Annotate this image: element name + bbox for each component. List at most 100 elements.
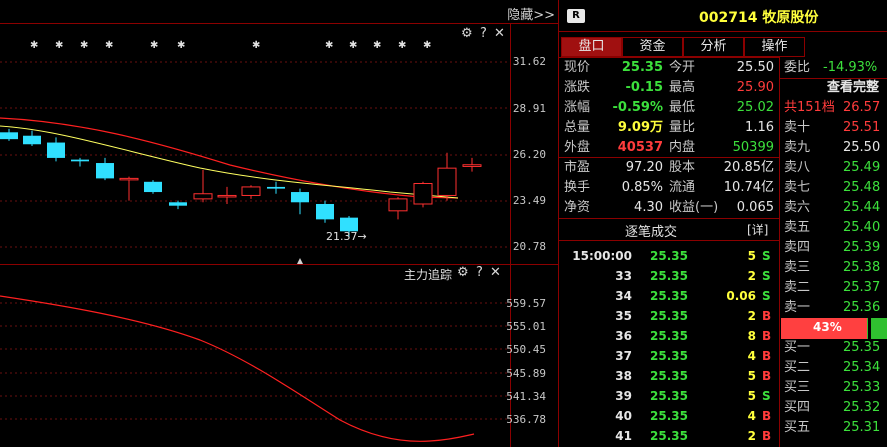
candle-body[interactable] [23, 135, 41, 145]
tab-funds[interactable]: 资金 [622, 37, 683, 57]
trade-volume: 4 [747, 409, 756, 423]
indicator-axis-label: 555.01 [506, 320, 546, 333]
weibi-value: -14.93% [823, 60, 878, 75]
trade-price: 25.35 [650, 309, 688, 323]
trade-time: 37 [615, 349, 632, 363]
candle-body[interactable] [217, 194, 237, 198]
candle-body[interactable] [437, 167, 457, 196]
ma-line-red [0, 117, 459, 199]
trades-detail-link[interactable]: [详] [747, 221, 768, 238]
quote-field-label: 市盈 [564, 160, 591, 175]
indicator-close-icon[interactable]: ✕ [490, 265, 501, 280]
bid-level-price: 25.31 [843, 420, 881, 435]
quote-field-value: 25.02 [736, 100, 774, 115]
weibi-label: 委比 [784, 60, 811, 75]
trade-volume: 0.06 [726, 289, 756, 303]
candle-body[interactable] [241, 186, 261, 196]
quote-field-label: 内盘 [669, 140, 696, 155]
bid-level-price: 25.35 [843, 340, 881, 355]
trade-side: B [762, 409, 772, 423]
candle-body[interactable] [413, 183, 433, 205]
candle-body[interactable] [144, 181, 162, 193]
trade-price: 25.35 [650, 389, 688, 403]
row-divider [559, 240, 779, 241]
indicator-settings-gear-icon[interactable]: ⚙ [457, 265, 469, 280]
ask-level-label: 卖五 [784, 220, 811, 235]
trade-time: 38 [615, 369, 632, 383]
trade-price: 25.35 [650, 269, 688, 283]
candle-body[interactable] [291, 192, 309, 203]
trade-volume: 2 [747, 429, 756, 443]
tab-operation[interactable]: 操作 [744, 37, 805, 57]
candle-body[interactable] [462, 164, 482, 167]
trade-volume: 5 [747, 369, 756, 383]
quote-field-value: 0.85% [621, 180, 663, 195]
trade-side: B [762, 349, 772, 363]
trade-side: S [762, 289, 771, 303]
trade-time: 39 [615, 389, 632, 403]
ask-level-label: 卖七 [784, 180, 811, 195]
trade-volume: 5 [747, 249, 756, 263]
trade-price: 25.35 [650, 249, 688, 263]
quote-panel: R 002714 牧原股份 盘口 资金 分析 操作 现价 25.35 今开 25.50… [559, 0, 887, 447]
price-axis-label: 23.49 [512, 194, 546, 207]
quote-field-label: 今开 [669, 60, 696, 75]
ask-level-price: 25.49 [843, 160, 881, 175]
bid-level-label: 买一 [784, 340, 811, 355]
quote-field-label: 涨幅 [564, 100, 591, 115]
chart-area[interactable]: 隐藏>> ✱ ✱ ✱ ✱ ✱ ✱ ✱ ✱ ✱ ✱ ✱ ✱ ⚙ ? ✕ 31.62 28.91 26.20 2… [0, 0, 559, 447]
price-axis-label: 20.78 [512, 240, 546, 253]
trade-volume: 2 [747, 269, 756, 283]
quote-field-label: 股本 [669, 160, 696, 175]
price-axis-label: 26.20 [512, 148, 546, 161]
candle-body[interactable] [47, 142, 65, 158]
tab-orderbook[interactable]: 盘口 [561, 37, 622, 57]
ask-level-price: 25.50 [843, 140, 881, 155]
view-full-orderbook[interactable]: 查看完整 [827, 78, 879, 98]
ask-level-label: 卖六 [784, 200, 811, 215]
quote-field-value: 40537 [617, 140, 663, 155]
order-ratio-label: 43% [813, 320, 842, 334]
trade-time: 36 [615, 329, 632, 343]
trade-price: 25.35 [650, 429, 688, 443]
quote-field-label: 涨跌 [564, 80, 591, 95]
indicator-title: 主力追踪 [404, 268, 453, 282]
tab-analysis[interactable]: 分析 [683, 37, 744, 57]
bid-level-label: 买三 [784, 380, 811, 395]
indicator-line [0, 295, 475, 442]
order-ratio-bar: 43% [781, 318, 887, 339]
quote-field-label: 最高 [669, 80, 696, 95]
quote-field-value: 20.85亿 [723, 160, 774, 175]
ask-level-price: 25.36 [843, 300, 881, 315]
candle-body[interactable] [119, 177, 139, 181]
quote-field-value: -0.59% [612, 100, 664, 115]
candle-body[interactable] [169, 202, 187, 206]
bid-level-label: 买四 [784, 400, 811, 415]
trade-time: 35 [615, 309, 632, 323]
candle-body[interactable] [267, 186, 285, 189]
candle-body[interactable] [0, 132, 18, 140]
quote-field-label: 最低 [669, 100, 696, 115]
bid-level-label: 买二 [784, 360, 811, 375]
bid-level-price: 25.34 [843, 360, 881, 375]
quote-field-value: 25.50 [736, 60, 774, 75]
quote-field-label: 现价 [564, 60, 591, 75]
candle-body[interactable] [193, 193, 213, 200]
quote-field-value: 0.065 [736, 200, 774, 215]
total-levels: 共151档 [784, 100, 835, 115]
ask-level-price: 25.40 [843, 220, 881, 235]
ask-level-label: 卖九 [784, 140, 811, 155]
candle-body[interactable] [71, 159, 89, 162]
candle-body[interactable] [96, 163, 114, 179]
total-levels-price: 26.57 [843, 100, 881, 115]
main-chart-svg [0, 61, 510, 442]
trade-side: S [762, 269, 771, 283]
candle-body[interactable] [388, 198, 408, 212]
candle-body[interactable] [316, 203, 334, 220]
column-divider [779, 57, 780, 447]
trade-side: B [762, 309, 772, 323]
ask-level-label: 卖二 [784, 280, 811, 295]
r-badge: R [567, 9, 585, 23]
ask-level-label: 卖八 [784, 160, 811, 175]
indicator-help-icon[interactable]: ? [476, 265, 483, 280]
